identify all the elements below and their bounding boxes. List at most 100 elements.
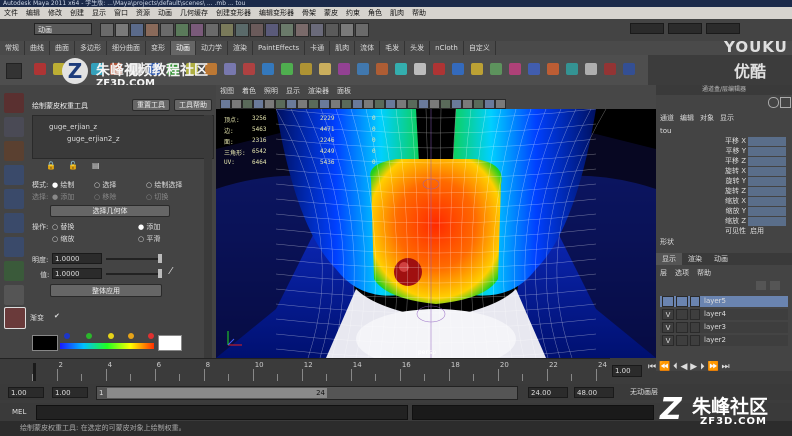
op-replace-radio[interactable]: ○ 替换: [52, 222, 74, 232]
attribute-editor-icon[interactable]: [780, 97, 791, 108]
status-tool-icon[interactable]: [160, 23, 174, 37]
value-slider[interactable]: [106, 273, 162, 275]
op-scale-radio[interactable]: ○ 缩放: [52, 234, 74, 244]
status-tool-icon[interactable]: [130, 23, 144, 37]
viewport-tool-icon[interactable]: [253, 99, 264, 109]
channel-value[interactable]: [748, 177, 786, 186]
prev-key-icon[interactable]: ⏴: [673, 362, 678, 372]
shelf-tool-icon[interactable]: [509, 63, 521, 75]
channel-value[interactable]: [748, 197, 786, 206]
tool-settings-scrollbar[interactable]: [204, 115, 212, 365]
time-slider[interactable]: 2 4 6 8 10 12 14 16 18 20 22 24: [0, 358, 610, 385]
viewport-menu-item[interactable]: 面板: [337, 87, 351, 95]
shelf-tab[interactable]: 头发: [405, 41, 431, 55]
layer-visibility-toggle[interactable]: [662, 296, 674, 307]
manipulator-tool-icon[interactable]: [4, 237, 24, 257]
op-smooth-radio[interactable]: ○ 平滑: [138, 234, 160, 244]
layer-menu-item[interactable]: 层: [660, 269, 667, 277]
shelf-tool-icon[interactable]: [338, 63, 350, 75]
viewport-menu-item[interactable]: 渲染器: [308, 87, 329, 95]
menu-item[interactable]: 文件: [4, 9, 18, 17]
layer-row[interactable]: layer5: [660, 296, 788, 307]
viewport-menu-item[interactable]: 视图: [220, 87, 234, 95]
layout-icon[interactable]: [768, 97, 779, 108]
shelf-tool-icon[interactable]: [433, 63, 445, 75]
mode-select-radio[interactable]: ○ 选择: [94, 180, 116, 190]
select-geometry-button[interactable]: 选择几何体: [50, 205, 170, 217]
shelf-tab[interactable]: 动画: [171, 41, 196, 55]
viewport-tool-icon[interactable]: [220, 99, 231, 109]
menu-item[interactable]: 显示: [92, 9, 106, 17]
layer-row[interactable]: Vlayer2: [660, 335, 788, 346]
channel-box-menu-item[interactable]: 显示: [720, 114, 734, 122]
shelf-tab[interactable]: 多边形: [75, 41, 107, 55]
viewport-tool-icon[interactable]: [462, 99, 473, 109]
new-layer-selected-icon[interactable]: [770, 281, 780, 290]
viewport-tool-icon[interactable]: [286, 99, 297, 109]
layer-row[interactable]: Vlayer3: [660, 322, 788, 333]
range-slider-handle[interactable]: 24: [107, 388, 327, 398]
unlock-icon[interactable]: 🔓: [68, 161, 82, 170]
play-forward-icon[interactable]: ▶: [690, 362, 697, 372]
status-tool-icon[interactable]: [190, 23, 204, 37]
channel-value[interactable]: 启用: [748, 227, 786, 236]
viewport-tool-icon[interactable]: [451, 99, 462, 109]
channel-label[interactable]: 平移 Y: [706, 147, 746, 156]
shelf-tab[interactable]: 常规: [0, 41, 25, 55]
menu-item[interactable]: 几何缓存: [180, 9, 208, 17]
status-tool-icon[interactable]: [295, 23, 309, 37]
opacity-field[interactable]: 1.0000: [52, 253, 102, 264]
mode-select[interactable]: 动画: [34, 23, 92, 35]
shelf-tool-icon[interactable]: [34, 63, 46, 75]
menu-item[interactable]: 动画: [158, 9, 172, 17]
ramp-marker-orange[interactable]: [128, 333, 134, 339]
shelf-tab[interactable]: 肌肉: [330, 41, 356, 55]
eyedropper-icon[interactable]: ⁄: [170, 266, 172, 277]
shelf-tool-icon[interactable]: [471, 63, 483, 75]
value-field[interactable]: 1.0000: [52, 268, 102, 279]
menu-item[interactable]: 编辑变形器: [259, 9, 294, 17]
layer-tab[interactable]: 动画: [708, 253, 734, 265]
shelf-tool-icon[interactable]: [604, 63, 616, 75]
shelf-tab[interactable]: 毛发: [380, 41, 406, 55]
viewport-tool-icon[interactable]: [297, 99, 308, 109]
y-field[interactable]: [668, 23, 702, 34]
viewport-tool-icon[interactable]: [385, 99, 396, 109]
tool-help-button[interactable]: 工具帮助: [174, 99, 212, 111]
layer-color-swatch[interactable]: [690, 335, 700, 346]
menu-item[interactable]: 创建变形器: [216, 9, 251, 17]
shelf-tab[interactable]: 流体: [355, 41, 381, 55]
layer-row[interactable]: Vlayer4: [660, 309, 788, 320]
move-tool-icon[interactable]: [4, 165, 24, 185]
layer-name[interactable]: layer2: [704, 335, 726, 346]
channel-label[interactable]: 旋转 Y: [706, 177, 746, 186]
viewport-tool-icon[interactable]: [319, 99, 330, 109]
channel-box-menu-item[interactable]: 编辑: [680, 114, 694, 122]
viewport-tool-icon[interactable]: [429, 99, 440, 109]
status-tool-icon[interactable]: [100, 23, 114, 37]
shelf-tool-icon[interactable]: [262, 63, 274, 75]
layer-color-swatch[interactable]: [690, 309, 700, 320]
status-tool-icon[interactable]: [205, 23, 219, 37]
sort-icon[interactable]: ▤: [92, 161, 106, 170]
object-name[interactable]: tou: [660, 127, 671, 135]
layer-type-toggle[interactable]: [676, 309, 688, 320]
shelf-tab[interactable]: 变形: [146, 41, 171, 55]
layer-type-toggle[interactable]: [676, 322, 688, 333]
viewport-tool-icon[interactable]: [418, 99, 429, 109]
reset-tool-button[interactable]: 重置工具: [132, 99, 170, 111]
gradient-checkbox[interactable]: ✔: [54, 312, 60, 320]
x-field[interactable]: [630, 23, 664, 34]
channel-box-menu-item[interactable]: 通道: [660, 114, 674, 122]
next-key-icon[interactable]: ⏵: [700, 362, 705, 372]
shelf-tool-icon[interactable]: [243, 63, 255, 75]
show-manip-tool-icon[interactable]: [4, 285, 24, 305]
viewport-tool-icon[interactable]: [440, 99, 451, 109]
mode-paint-radio[interactable]: ● 绘制: [52, 180, 74, 190]
viewport-tool-icon[interactable]: [341, 99, 352, 109]
op-add-radio[interactable]: ● 添加: [138, 222, 160, 232]
menu-item[interactable]: 肌肉: [390, 9, 404, 17]
shelf-tab[interactable]: 自定义: [464, 41, 496, 55]
status-tool-icon[interactable]: [250, 23, 264, 37]
channel-label[interactable]: 旋转 X: [706, 167, 746, 176]
